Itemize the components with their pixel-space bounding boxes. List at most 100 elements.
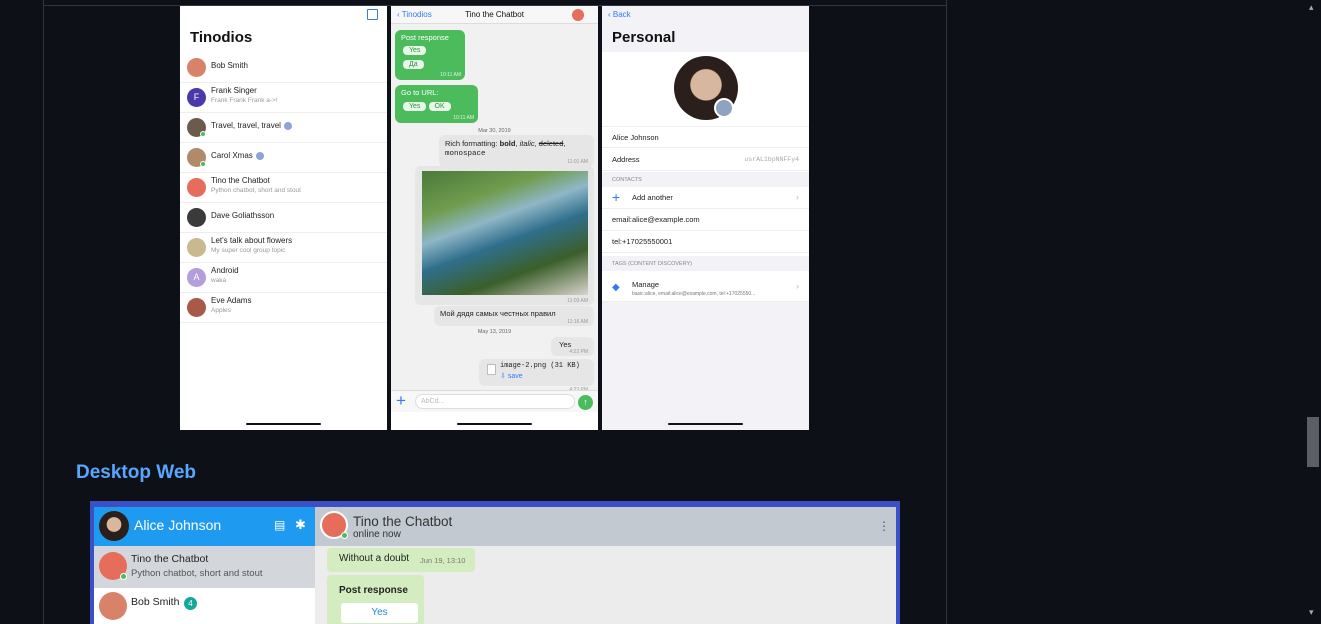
message-input[interactable]: AbCd... [415,394,575,409]
message-text: Yes [559,340,572,349]
message-rich-formatting: Rich formatting: bold, italic, deleted, … [439,135,594,167]
message-time: 11:16 AM [567,319,588,325]
chat-subtitle: My super cool group topic [211,247,286,254]
chat-list-item[interactable]: Let's talk about flowers My super cool gr… [180,233,387,263]
message-russian: Мой дядя самых честных правил 11:16 AM [434,306,594,326]
address-value: usrAL1bpNNFFy4 [744,156,799,163]
chat-name: Bob Smith [131,596,180,608]
monospace-text: monospace [445,150,486,158]
online-dot [200,131,206,137]
plus-icon[interactable]: + [396,391,406,411]
tags-section: Tags (content discovery) [602,256,809,271]
scroll-up-icon[interactable]: ▴ [1309,2,1314,13]
message-input-bar: + AbCd... ↑ [391,390,598,412]
message-time: Jun 19, 13:10 [420,556,466,565]
chat-subtitle: Apples [211,307,231,314]
manage-tags-row[interactable]: ◆ Manage basic:alice, email:alice@exampl… [602,276,809,302]
chat-subtitle: Frank Frank Frank a->! [211,97,278,104]
chat-name: Travel, travel, travel [211,121,292,130]
address-label: Address [612,155,640,164]
edit-avatar-icon[interactable] [714,98,734,118]
scrollbar-thumb[interactable] [1307,417,1319,467]
chat-list-item[interactable]: Eve Adams Apples [180,293,387,323]
desktop-screenshot: Alice Johnson ▤ ✱ Tino the Chatbot Pytho… [90,501,900,624]
muted-badge [255,151,264,160]
user-name: Alice Johnson [134,517,222,533]
avatar [187,298,206,317]
yes-button[interactable]: Yes [341,603,418,623]
chat-list-item[interactable]: Travel, travel, travel [180,113,387,143]
sidebar-item-tino[interactable]: Tino the Chatbot Python chatbot, short a… [94,546,315,588]
chat-name: Let's talk about flowers [211,236,293,245]
chat-list-item[interactable]: A Android waka [180,263,387,293]
save-link[interactable]: ⇩ save [500,372,523,380]
section-heading: Desktop Web [76,462,197,483]
chat-name: Android [211,266,239,275]
input-placeholder: AbCd... [421,398,445,405]
avatar [187,208,206,227]
bob-avatar [99,592,127,620]
message-post-response: Post response Yes [327,575,424,624]
chat-name: Carol Xmas [211,151,264,160]
avatar [187,178,206,197]
avatar: F [187,88,206,107]
ok-chip: OK [428,102,451,111]
chat-list-item[interactable]: Tino the Chatbot Python chatbot, short an… [180,173,387,203]
message-time: 11:01 AM [567,159,588,165]
file-icon [487,364,496,375]
message-time: 11:03 AM [567,298,588,304]
more-vert-icon[interactable]: ⋮ [878,519,890,533]
profile-footer [602,302,809,430]
message-time: 4:22 PM [569,349,588,355]
chat-name: Bob Smith [211,61,248,70]
screenshot-profile: ‹ Back Personal Alice Johnson Address us… [602,6,809,430]
send-icon[interactable]: ↑ [578,395,593,410]
chevron-right-icon: › [796,192,799,202]
chat-subtitle: Python chatbot, short and stout [131,568,263,579]
online-dot [341,532,348,539]
message-time: 10:11 AM [440,72,461,78]
chat-list-item[interactable]: Carol Xmas [180,143,387,173]
chat-subtitle: waka [211,277,227,284]
section-header: Contacts [612,177,642,183]
app-title: Tinodios [190,29,253,46]
chat-list-item[interactable]: F Frank Singer Frank Frank Frank a->! [180,83,387,113]
scroll-down-icon[interactable]: ▾ [1309,607,1314,618]
home-indicator [457,423,532,425]
gear-icon[interactable]: ✱ [295,517,306,533]
date-separator: May 13, 2019 [477,329,512,335]
chat-list-item[interactable]: Dave Goliathsson [180,203,387,233]
message-text: Go to URL: [401,88,439,97]
message-text: Post response [401,33,449,42]
message-file: image-2.png (31 KB) ⇩ save 4:23 PM [479,359,594,393]
date-separator: Mar 30, 2019 [478,128,511,134]
back-link[interactable]: ‹ Back [608,10,631,19]
avatar [187,238,206,257]
profile-header: ‹ Back Personal [602,6,809,52]
row-email: email:alice@example.com [602,209,809,231]
user-avatar [99,511,129,541]
chat-subtitle: Python chatbot, short and stout [211,187,301,194]
new-chat-icon[interactable]: ▤ [274,518,285,532]
section-header: Tags (content discovery) [612,261,693,267]
manage-subtitle: basic:alice, email:alice@example.com, te… [632,291,756,297]
message-without-doubt: Without a doubt Jun 19, 13:10 [327,548,475,572]
message-go-to-url: Go to URL: Yes OK 10:11 AM [395,85,478,123]
chat-messages: Post response Yes Да 10:11 AM Go to URL:… [391,24,598,393]
row-tel: tel:+17025550001 [602,231,809,253]
message-text: Post response [339,585,408,596]
sidebar-item-bob[interactable]: Bob Smith 4 [94,588,315,624]
unread-badge: 4 [184,597,197,610]
tel-value: tel:+17025550001 [612,237,673,246]
desktop-chat-pane: Tino the Chatbot online now ⋮ Without a … [315,507,896,624]
add-another-row[interactable]: + Add another › [602,187,809,209]
landscape-photo[interactable] [422,171,588,295]
da-chip: Да [403,60,424,69]
message-image: 11:03 AM [415,166,594,305]
scrollbar[interactable]: ▴ ▾ [1305,0,1321,624]
manage-label: Manage [632,280,660,289]
online-dot [200,161,206,167]
chat-list-item[interactable]: Bob Smith [180,53,387,83]
avatar [187,58,206,77]
row-address: Address usrAL1bpNNFFy4 [602,149,809,171]
